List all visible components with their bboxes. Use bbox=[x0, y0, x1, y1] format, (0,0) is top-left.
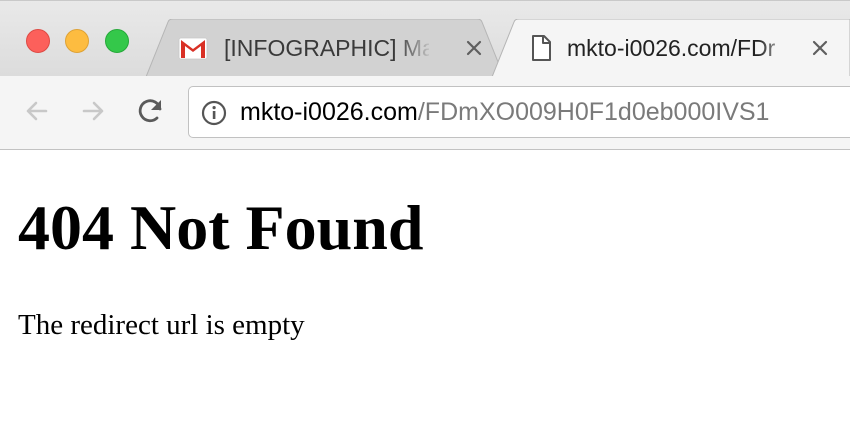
browser-chrome: [INFOGRAPHIC] Mak mkto-i0026.com/FDr mkt… bbox=[0, 0, 850, 150]
tab-active-page[interactable]: mkto-i0026.com/FDr bbox=[492, 19, 850, 77]
url-text[interactable]: mkto-i0026.com/FDmXO009H0F1d0eb000IVS1 bbox=[240, 95, 769, 129]
close-icon[interactable] bbox=[810, 38, 830, 58]
url-host: mkto-i0026.com bbox=[240, 98, 418, 126]
address-bar[interactable]: mkto-i0026.com/FDmXO009H0F1d0eb000IVS1 bbox=[188, 86, 850, 138]
error-message: The redirect url is empty bbox=[18, 309, 305, 341]
tab-infographic[interactable]: [INFOGRAPHIC] Mak bbox=[146, 19, 504, 77]
window-close-button[interactable] bbox=[26, 29, 50, 53]
browser-toolbar: mkto-i0026.com/FDmXO009H0F1d0eb000IVS1 bbox=[0, 76, 850, 150]
gmail-icon bbox=[178, 37, 208, 60]
url-path: /FDmXO009H0F1d0eb000IVS1 bbox=[417, 98, 770, 126]
page-title: 404 Not Found bbox=[18, 192, 424, 263]
window-minimize-button[interactable] bbox=[65, 29, 89, 53]
tab-strip: [INFOGRAPHIC] Mak mkto-i0026.com/FDr bbox=[0, 0, 850, 77]
back-arrow-icon[interactable] bbox=[20, 94, 54, 128]
reload-icon[interactable] bbox=[133, 94, 167, 128]
page-icon bbox=[532, 35, 551, 61]
page-content: 404 Not Found The redirect url is empty bbox=[0, 150, 850, 424]
forward-arrow-icon[interactable] bbox=[76, 94, 110, 128]
close-icon[interactable] bbox=[464, 38, 484, 58]
info-icon[interactable] bbox=[201, 100, 227, 126]
window-zoom-button[interactable] bbox=[105, 29, 129, 53]
